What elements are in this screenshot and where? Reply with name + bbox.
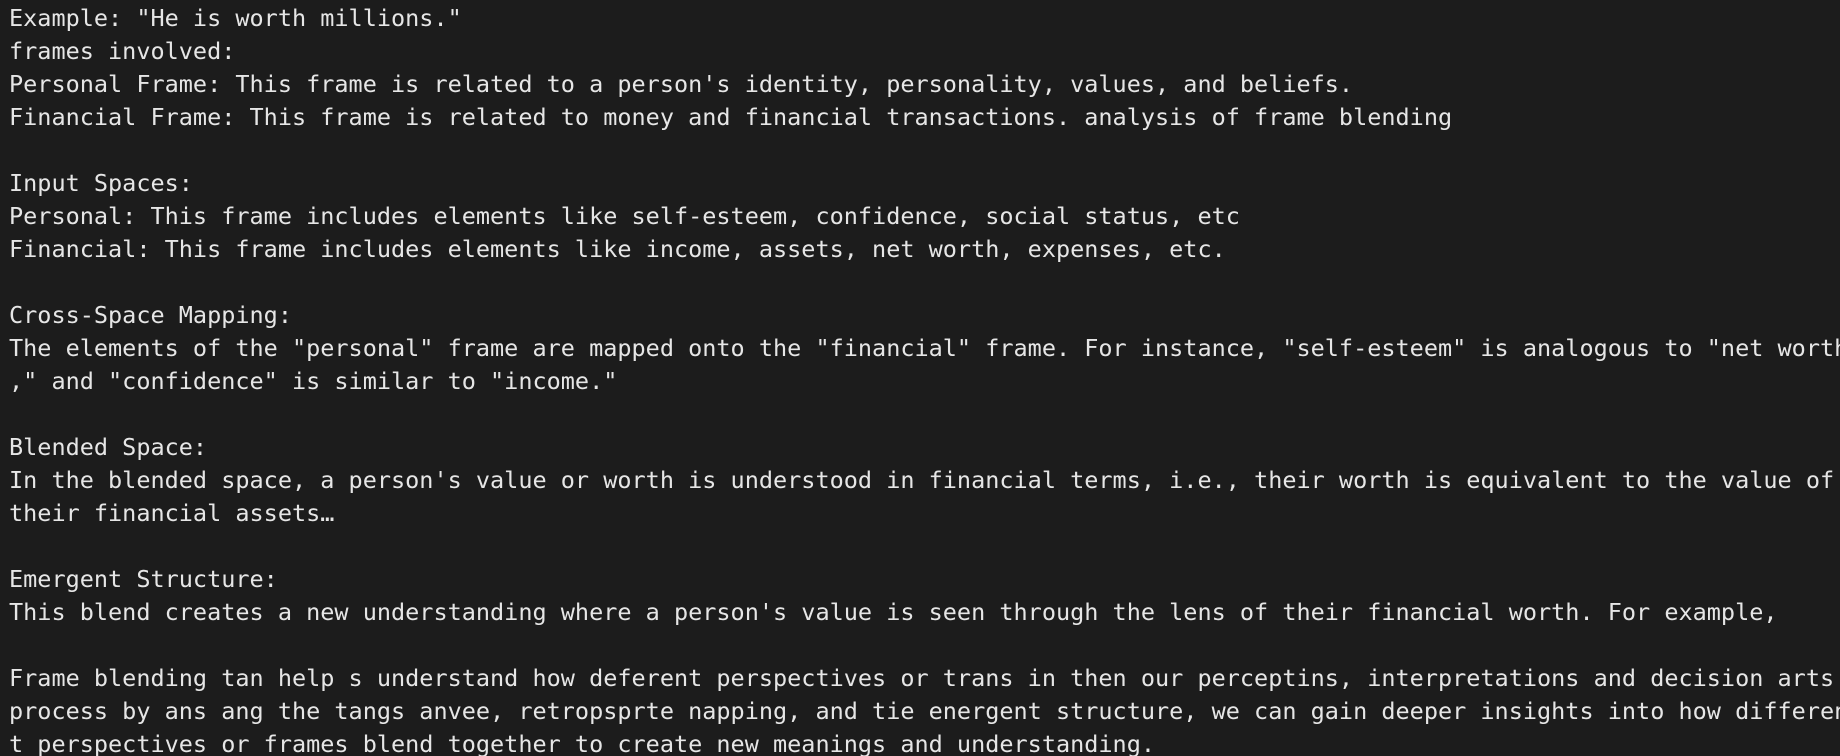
terminal-line: The elements of the "personal" frame are… bbox=[9, 334, 1840, 362]
terminal-line: ," and "confidence" is similar to "incom… bbox=[9, 367, 618, 395]
terminal-line: Personal Frame: This frame is related to… bbox=[9, 70, 1354, 98]
terminal-line: Financial: This frame includes elements … bbox=[9, 235, 1226, 263]
terminal-line: This blend creates a new understanding w… bbox=[9, 598, 1778, 626]
terminal-line: Blended Space: bbox=[9, 433, 208, 461]
terminal-line: Input Spaces: bbox=[9, 169, 193, 197]
terminal-line: Financial Frame: This frame is related t… bbox=[9, 103, 1453, 131]
terminal-line: Emergent Structure: bbox=[9, 565, 278, 593]
terminal-line: frames involved: bbox=[9, 37, 236, 65]
terminal-output[interactable]: Example: "He is worth millions." frames … bbox=[0, 0, 1840, 756]
terminal-line: process by ans ang the tangs anvee, retr… bbox=[9, 697, 1840, 725]
terminal-line: Example: "He is worth millions." bbox=[9, 4, 462, 32]
terminal-line: Personal: This frame includes elements l… bbox=[9, 202, 1240, 230]
terminal-line: their financial assets… bbox=[9, 499, 335, 527]
terminal-line: t perspectives or frames blend together … bbox=[9, 730, 1156, 756]
terminal-line: Frame blending tan help s understand how… bbox=[9, 664, 1835, 692]
terminal-line: In the blended space, a person's value o… bbox=[9, 466, 1835, 494]
terminal-line: Cross-Space Mapping: bbox=[9, 301, 292, 329]
